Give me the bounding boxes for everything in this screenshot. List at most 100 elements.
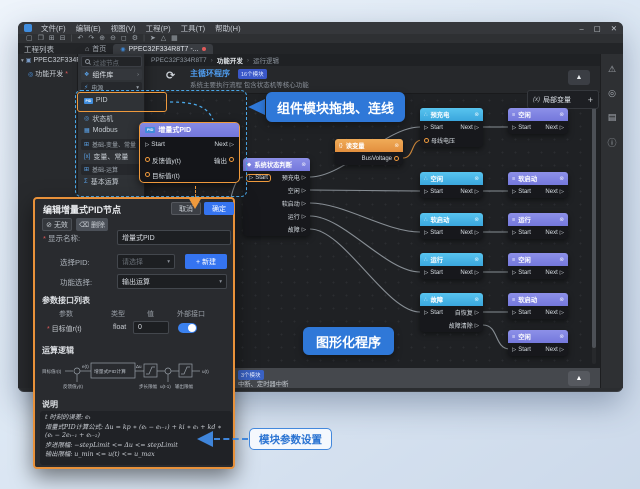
node-menu-icon[interactable]: ⊗	[559, 112, 564, 118]
port-Next[interactable]: Next▷	[460, 230, 479, 236]
import-icon[interactable]: ⊞	[49, 35, 55, 42]
node-header[interactable]: ≡空闲⊗	[508, 108, 568, 121]
close-button[interactable]: ✕	[611, 24, 617, 33]
node-header[interactable]: ∴故障⊗	[420, 293, 483, 306]
filter-nodes-search-input[interactable]: 过滤节点	[81, 56, 142, 67]
fit-view-icon[interactable]: ◻	[121, 35, 127, 42]
port-Next[interactable]: Next▷	[545, 125, 564, 131]
node-空闲[interactable]: ≡空闲⊗▷StartNext▷	[508, 330, 568, 356]
port-Start[interactable]: ▷Start	[512, 310, 531, 316]
function-select-dropdown[interactable]: 输出运算 ▾	[117, 274, 227, 289]
tab-project[interactable]: ◉ PPEC32F334R8T7 -...	[113, 44, 212, 54]
node-运行[interactable]: ≡运行⊗ ▷Start Next▷	[508, 213, 568, 239]
port-next[interactable]: Next▷	[214, 141, 234, 148]
node-header[interactable]: ∴预充电⊗	[420, 108, 483, 121]
node-header[interactable]: ∴软启动⊗	[420, 213, 483, 226]
node-空闲[interactable]: ≡空闲⊗▷StartNext▷	[508, 108, 568, 134]
node-menu-icon[interactable]: ⊗	[474, 176, 479, 182]
port-Start[interactable]: ▷Start	[424, 310, 443, 316]
port-BusVoltage[interactable]: BusVoltage	[362, 156, 399, 162]
port-Start[interactable]: ▷Start	[424, 189, 443, 195]
port-空闲[interactable]: 空闲▷	[288, 186, 306, 195]
port-Start[interactable]: ▷Start	[512, 189, 531, 195]
open-project-icon[interactable]: ❐	[38, 35, 44, 42]
maximize-button[interactable]: ▢	[594, 24, 601, 33]
node-menu-icon[interactable]: ⊗	[559, 217, 564, 223]
export-icon[interactable]: ⊟	[60, 35, 66, 42]
display-name-input[interactable]: 增量式PID	[117, 230, 231, 245]
info-icon[interactable]: ⓘ	[607, 136, 616, 149]
port-Next[interactable]: Next▷	[460, 189, 479, 195]
port-Next[interactable]: Next▷	[460, 125, 479, 131]
local-variables-panel[interactable]: (x) 局部变量 +	[527, 90, 599, 109]
breadcrumb-item-PPEC32F334R8T7[interactable]: PPEC32F334R8T7	[151, 57, 207, 64]
node-header[interactable]: ◆系统状态判断⊗	[243, 158, 310, 171]
redo-icon[interactable]: ↷	[88, 35, 94, 42]
menu-视图(V)[interactable]: 视图(V)	[106, 23, 141, 34]
node-软启动[interactable]: ∴软启动⊗ ▷Start Next▷	[420, 213, 483, 239]
new-pid-button[interactable]: + 新建	[185, 254, 227, 269]
port-Next[interactable]: Next▷	[545, 189, 564, 195]
node-menu-icon[interactable]: ⊗	[559, 297, 564, 303]
breadcrumb-item-功能开发[interactable]: 功能开发	[217, 55, 243, 65]
new-file-icon[interactable]: ▢	[26, 35, 33, 42]
zoom-in-icon[interactable]: ⊕	[99, 35, 105, 42]
menu-工程(P)[interactable]: 工程(P)	[141, 23, 176, 34]
select-pid-dropdown[interactable]: 请选择 ▾	[117, 254, 175, 269]
node-menu-icon[interactable]: ⊗	[301, 162, 306, 168]
port-Start[interactable]: ▷Start	[512, 230, 531, 236]
port-故障[interactable]: 故障▷	[288, 225, 306, 234]
port-start[interactable]: ▷Start	[145, 141, 165, 148]
port-自恢复[interactable]: 自恢复▷	[455, 308, 479, 317]
tree-item-function-dev[interactable]: ◎ 功能开发 *	[18, 66, 77, 81]
node-menu-icon[interactable]: ⊗	[559, 334, 564, 340]
port-target[interactable]: 目标值r(t)	[145, 170, 180, 180]
minimize-button[interactable]: –	[579, 24, 583, 33]
node-运行[interactable]: ∴运行⊗▷StartNext▷	[420, 253, 483, 279]
node-空闲[interactable]: ∴空闲⊗ ▷Start Next▷	[420, 172, 483, 198]
menu-工具(T)[interactable]: 工具(T)	[176, 23, 211, 34]
node-软启动[interactable]: ≡软启动⊗▷StartNext▷	[508, 293, 568, 319]
node-预充电[interactable]: ∴预充电⊗▷StartNext▷母线电压	[420, 108, 483, 147]
library-header-组件库[interactable]: ❖组件库›	[81, 69, 142, 80]
node-header[interactable]: ≡运行⊗	[508, 213, 568, 226]
undo-icon[interactable]: ↶	[77, 35, 83, 42]
node-header[interactable]: ∴运行⊗	[420, 253, 483, 266]
add-variable-button[interactable]: +	[588, 95, 593, 105]
port-软启动[interactable]: 软启动▷	[282, 199, 306, 208]
node-header[interactable]: ∴空闲⊗	[420, 172, 483, 185]
port-Next[interactable]: Next▷	[545, 270, 564, 276]
warnings-icon[interactable]: ⚠	[608, 64, 616, 75]
param-value-input[interactable]: 0	[133, 321, 169, 334]
collapse-section-button[interactable]: ▲	[568, 70, 590, 85]
port-Next[interactable]: Next▷	[545, 310, 564, 316]
node-menu-icon[interactable]: ⊗	[474, 297, 479, 303]
node-header[interactable]: ≡空闲⊗	[508, 330, 568, 343]
port-Start[interactable]: ▷Start	[512, 270, 531, 276]
port-Start[interactable]: ▷Start	[247, 175, 270, 181]
node-menu-icon[interactable]: ⊗	[394, 143, 399, 149]
settings-icon[interactable]: ⚙	[132, 35, 138, 42]
canvas-scrollbar[interactable]	[592, 96, 596, 364]
external-interface-toggle[interactable]	[178, 323, 197, 333]
delete-button[interactable]: ⌫ 删除	[76, 218, 108, 231]
node-故障[interactable]: ∴故障⊗▷Start自恢复▷故障清除▷	[420, 293, 483, 332]
run-icon[interactable]: ➤	[150, 35, 156, 42]
menu-文件(F)[interactable]: 文件(F)	[36, 23, 71, 34]
tree-item-project-root[interactable]: ▾ ▣ PPEC32F334R...	[18, 54, 77, 66]
port-Start[interactable]: ▷Start	[424, 230, 443, 236]
tree-expand-icon[interactable]: ▾	[21, 58, 24, 64]
popup-node-incremental-pid[interactable]: PID 增量式PID ▷Start Next▷ 反馈值y(t) 输出 目标值r(…	[139, 122, 240, 183]
locate-icon[interactable]: ◎	[608, 88, 616, 99]
grid-icon[interactable]: ▦	[171, 35, 178, 42]
port-Next[interactable]: Next▷	[545, 230, 564, 236]
node-menu-icon[interactable]: ⊗	[474, 217, 479, 223]
node-软启动[interactable]: ≡软启动⊗▷StartNext▷	[508, 172, 568, 198]
scrollbar-thumb[interactable]	[592, 104, 596, 348]
node-空闲[interactable]: ≡空闲⊗ ▷Start Next▷	[508, 253, 568, 279]
node-menu-icon[interactable]: ⊗	[559, 257, 564, 263]
upload-icon[interactable]: △	[161, 35, 166, 42]
node-header[interactable]: ≡空闲⊗	[508, 253, 568, 266]
node-menu-icon[interactable]: ⊗	[559, 176, 564, 182]
main-loop-title[interactable]: 主循环程序	[190, 68, 230, 79]
